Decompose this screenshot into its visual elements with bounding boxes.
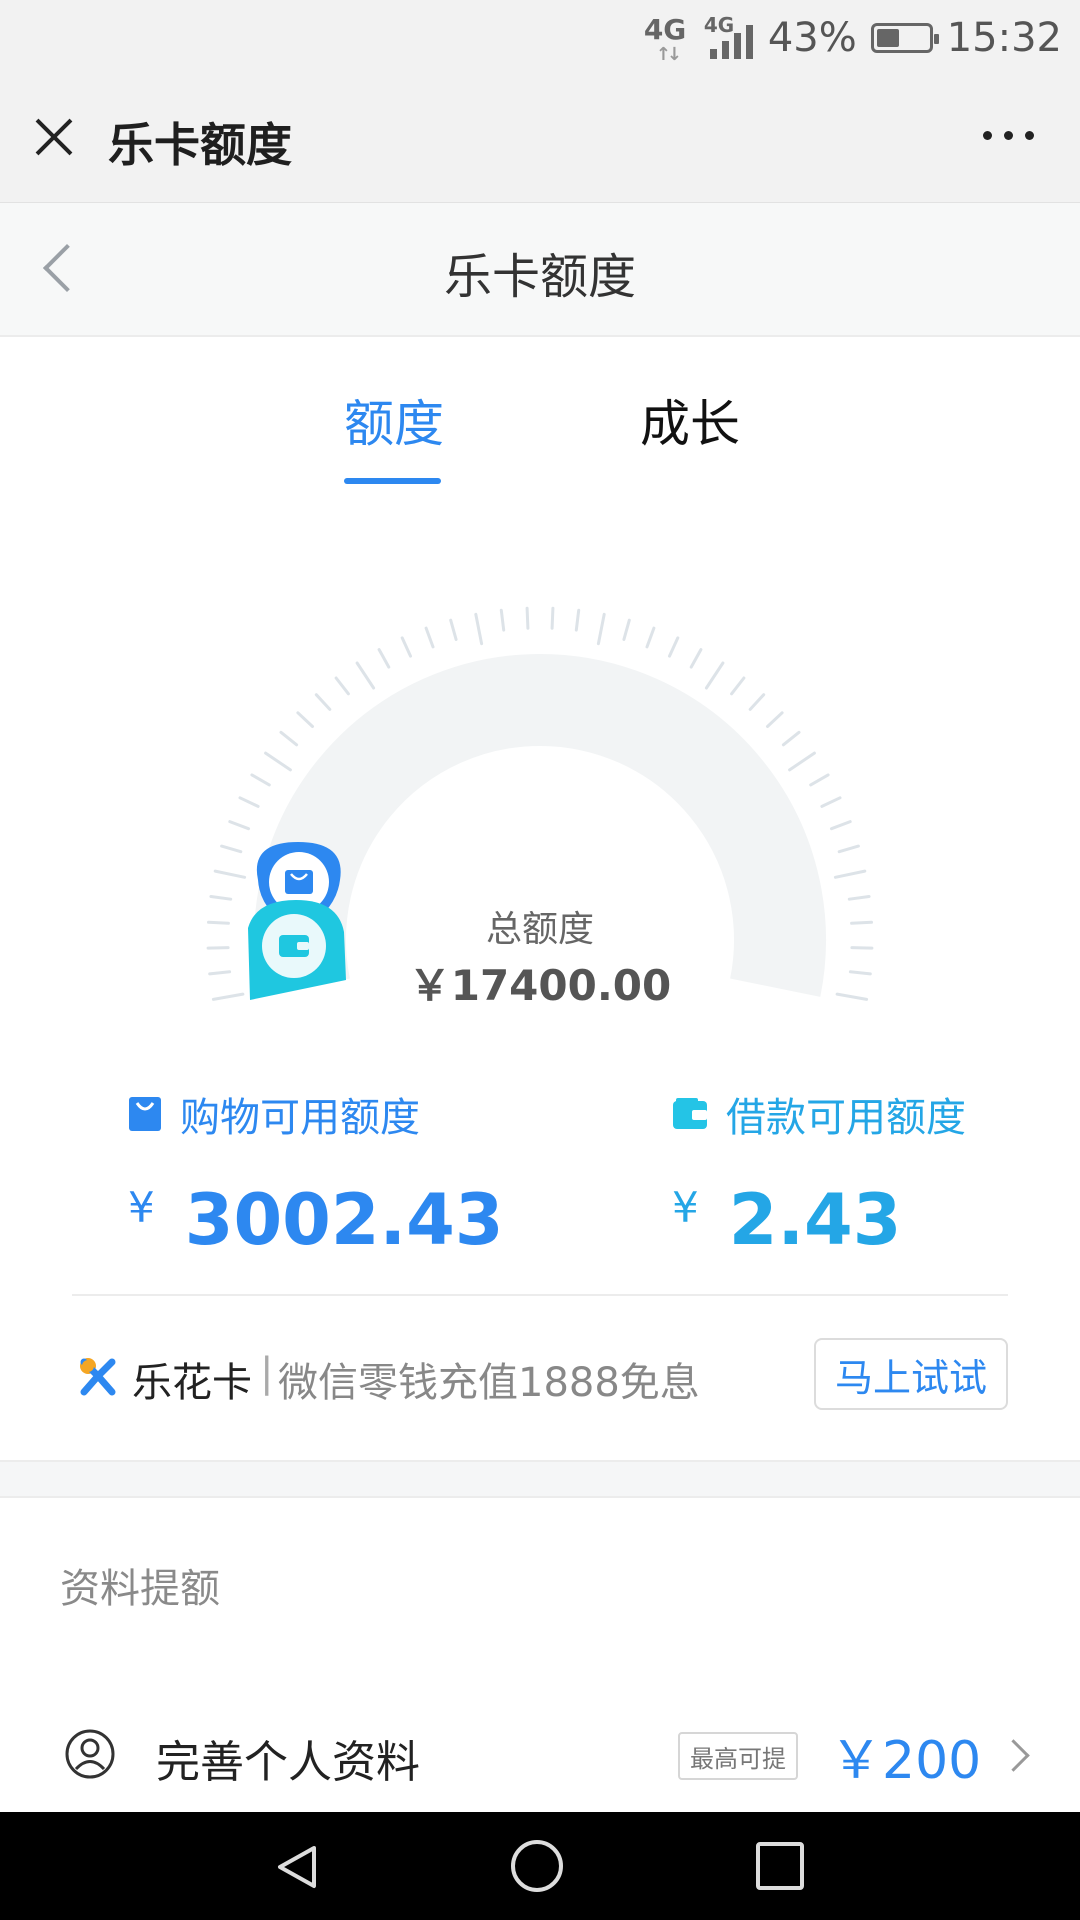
gauge-tick (334, 676, 350, 696)
gauge-tick (400, 636, 412, 658)
loan-available-label: 借款可用额度 (726, 1095, 966, 1141)
tab-quota[interactable]: 额度 (344, 384, 444, 456)
gauge-tick (596, 612, 606, 646)
gauge-tick (833, 869, 867, 879)
close-icon[interactable] (32, 115, 76, 159)
battery-cap (933, 33, 939, 44)
gauge-tick (220, 844, 243, 854)
gauge-tick (424, 626, 435, 649)
loan-available-value: 2.43 (728, 1179, 902, 1261)
max-value: ￥200 (830, 1731, 982, 1791)
gauge-tick (377, 648, 391, 669)
more-icon[interactable] (983, 131, 1034, 140)
gauge-tick (499, 608, 506, 632)
gauge-tick (279, 730, 299, 747)
tab-bar: 额度 成长 (0, 370, 1080, 490)
shopping-currency: ¥ (128, 1183, 155, 1232)
total-quota-value: ￥17400.00 (408, 961, 672, 1010)
gauge-tick (781, 730, 801, 747)
battery-fill (876, 28, 899, 47)
promo-name: 乐花卡 (132, 1360, 252, 1406)
loan-available[interactable]: 借款可用额度 ¥ 2.43 (672, 1085, 966, 1261)
gauge-tick (574, 608, 581, 632)
gauge-tick (209, 895, 233, 901)
section-gap (0, 1460, 1080, 1498)
data-arrows-icon: ↑↓ (655, 43, 682, 65)
nav-back-icon[interactable] (272, 1842, 322, 1892)
promo-separator: | (260, 1350, 274, 1396)
gauge-tick (238, 796, 260, 808)
promo-text: 微信零钱充值1888免息 (278, 1360, 700, 1406)
gauge-tick (645, 626, 656, 649)
chevron-right-icon (1002, 1740, 1030, 1768)
total-quota-label: 总额度 (485, 909, 594, 950)
user-icon (65, 1729, 115, 1779)
gauge-tick (689, 648, 703, 669)
network-4g-icon: 4G ↑↓ (643, 12, 690, 65)
status-bar: 4G ↑↓ 4G 43% 15:32 (0, 0, 1080, 75)
gauge-tick (748, 693, 766, 711)
gauge-tick (809, 773, 830, 787)
active-tab-indicator (344, 478, 441, 484)
status-icons: 4G ↑↓ 4G 43% 15:32 (644, 10, 1062, 65)
signal-icon: 4G (704, 13, 754, 63)
wechat-title: 乐卡额度 (108, 118, 292, 172)
network-label-1: 4G (643, 12, 687, 46)
gauge-tick (449, 618, 458, 641)
loan-available-amount: ¥ 2.43 (672, 1179, 966, 1261)
gauge-tick (788, 751, 816, 772)
battery-percent: 43% (767, 14, 857, 61)
gauge-tick (474, 612, 484, 646)
lehua-card-logo-icon (80, 1358, 116, 1396)
gauge-tick (622, 618, 631, 641)
navigation-bar (0, 1812, 1080, 1920)
gauge-tick (837, 844, 860, 854)
gauge-tick (250, 773, 271, 787)
tab-growth[interactable]: 成长 (640, 384, 740, 456)
shopping-available-label-row: 购物可用额度 (128, 1085, 504, 1143)
gauge-tick (766, 711, 784, 728)
try-now-button[interactable]: 马上试试 (814, 1338, 1008, 1410)
wechat-title-bar: 乐卡额度 (0, 75, 1080, 204)
complete-profile-label: 完善个人资料 (156, 1737, 420, 1788)
signal-bars-icon (709, 24, 753, 59)
gauge-tick (847, 895, 871, 901)
gauge-tick (525, 606, 530, 630)
nav-home-icon[interactable] (511, 1840, 563, 1892)
clock: 15:32 (946, 14, 1062, 61)
shopping-available-amount: ¥ 3002.43 (128, 1179, 504, 1261)
section-title: 资料提额 (60, 1566, 220, 1612)
divider (72, 1294, 1008, 1296)
shopping-available[interactable]: 购物可用额度 ¥ 3002.43 (128, 1085, 504, 1261)
shopping-available-value: 3002.43 (184, 1179, 504, 1261)
page-title: 乐卡额度 (443, 249, 636, 305)
gauge-tick (264, 751, 292, 772)
gauge-tick (296, 711, 314, 728)
promo-row: 乐花卡 | 微信零钱充值1888免息 马上试试 (76, 1338, 1008, 1412)
shopping-available-label: 购物可用额度 (180, 1095, 420, 1141)
complete-profile-row[interactable]: 完善个人资料 最高可提 ￥200 (60, 1720, 1030, 1792)
battery-icon (870, 22, 939, 53)
loan-currency: ¥ (672, 1183, 699, 1232)
gauge-tick (213, 869, 247, 879)
gauge-tick (668, 636, 680, 658)
shopping-bag-icon (129, 1097, 161, 1131)
gauge-tick (830, 820, 852, 831)
gauge-tick (228, 820, 250, 831)
page-header: 乐卡额度 (0, 203, 1080, 337)
gauge-tick (314, 693, 332, 711)
nav-recent-icon[interactable] (756, 1842, 804, 1890)
gauge-tick (730, 676, 746, 696)
quota-gauge: 总额度 ￥17400.00 (0, 560, 1080, 1020)
gauge-tick (550, 606, 555, 630)
gauge-tick (704, 661, 725, 690)
max-badge: 最高可提 (678, 1732, 798, 1780)
wallet-icon (673, 1098, 707, 1129)
gauge-tick (355, 661, 376, 690)
gauge-tick (820, 796, 842, 808)
loan-available-label-row: 借款可用额度 (672, 1085, 966, 1143)
